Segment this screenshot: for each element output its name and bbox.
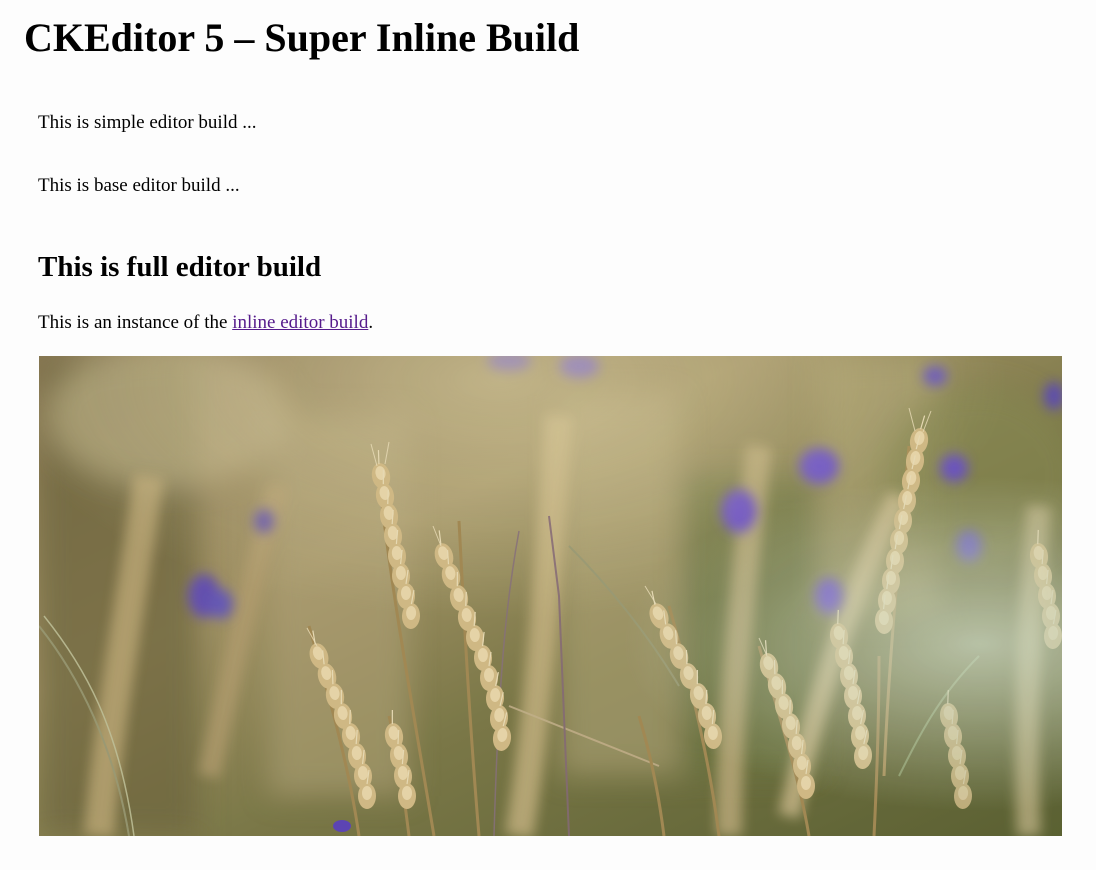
- wheat-field-image[interactable]: [39, 356, 1062, 836]
- base-editor[interactable]: This is base editor build ...: [38, 174, 1062, 198]
- paragraph-text-before: This is an instance of the: [38, 312, 233, 333]
- inline-editor-build-link[interactable]: inline editor build: [232, 312, 368, 333]
- full-editor-heading[interactable]: This is full editor build: [38, 248, 1062, 286]
- page-title: CKEditor 5 – Super Inline Build: [24, 15, 580, 60]
- paragraph-text-after: .: [368, 312, 374, 333]
- full-editor[interactable]: This is full editor build This is an ins…: [38, 248, 1062, 335]
- base-editor-paragraph[interactable]: This is base editor build ...: [38, 174, 1062, 198]
- wheat-field-illustration: [39, 356, 1062, 836]
- full-editor-paragraph[interactable]: This is an instance of the inline editor…: [38, 311, 1062, 335]
- simple-editor[interactable]: This is simple editor build ...: [38, 111, 1062, 135]
- simple-editor-paragraph[interactable]: This is simple editor build ...: [38, 111, 1062, 135]
